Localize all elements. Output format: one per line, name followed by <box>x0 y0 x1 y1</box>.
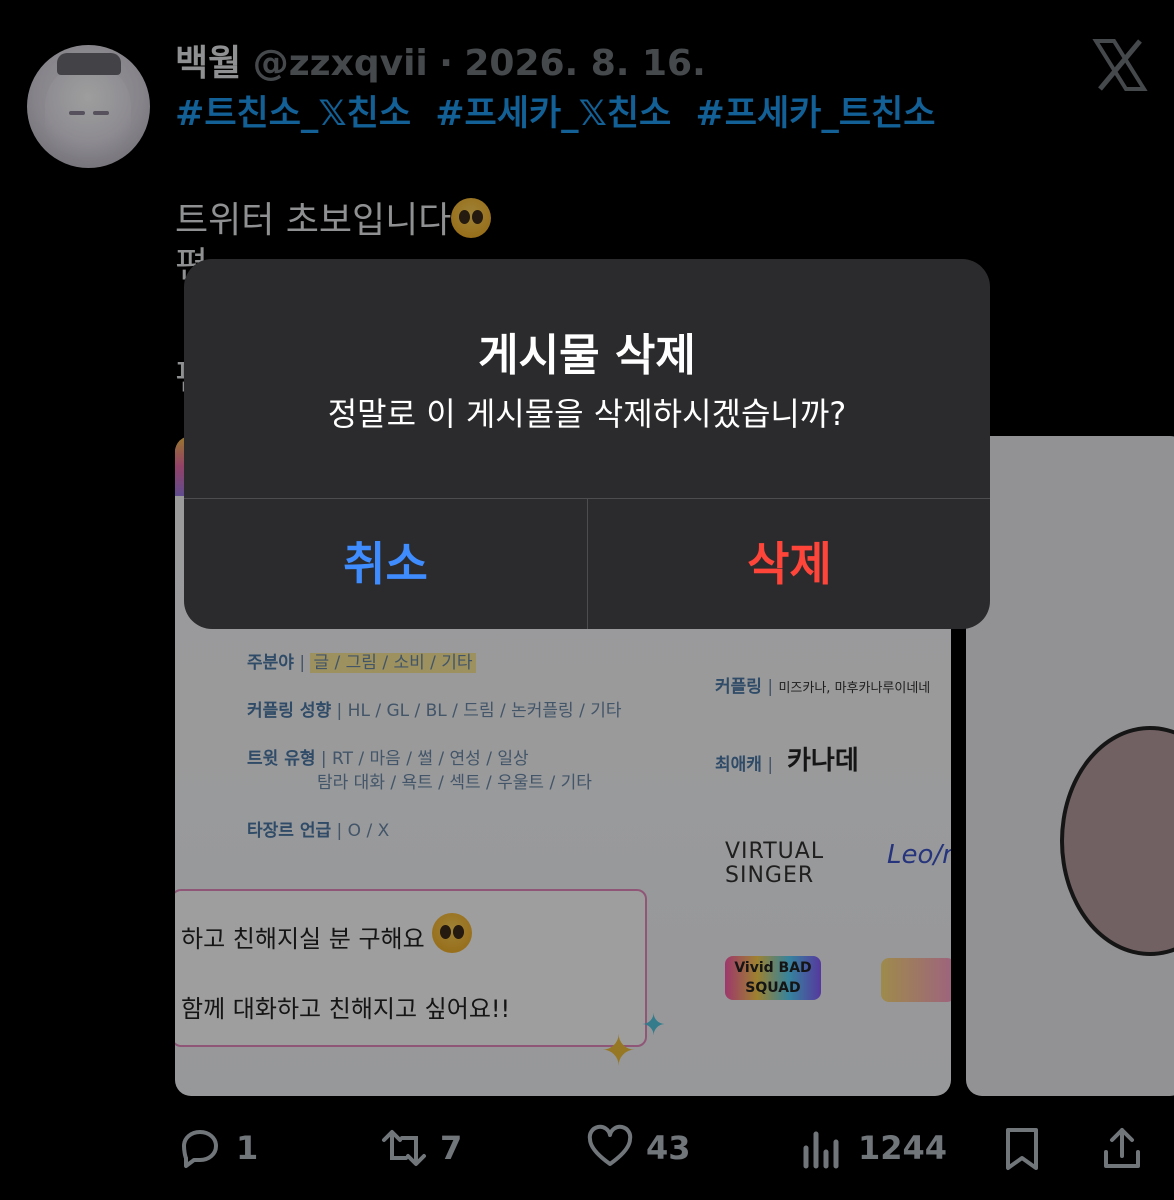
reply-button[interactable]: 1 <box>176 1120 258 1176</box>
cancel-button[interactable]: 취소 <box>184 499 587 629</box>
views-icon <box>803 1131 839 1169</box>
bookmark-button[interactable] <box>998 1120 1058 1176</box>
dialog-title: 게시물 삭제 <box>478 330 696 381</box>
view-count: 1244 <box>858 1129 948 1167</box>
share-icon <box>1104 1128 1140 1168</box>
views-button[interactable]: 1244 <box>798 1120 947 1176</box>
like-count: 43 <box>646 1129 691 1167</box>
reply-icon <box>182 1130 218 1168</box>
retweet-icon <box>382 1130 426 1166</box>
bookmark-icon <box>1006 1128 1038 1170</box>
reply-count: 1 <box>236 1129 259 1167</box>
delete-post-dialog: 게시물 삭제 정말로 이 게시물을 삭제하시겠습니까? 취소 삭제 <box>184 259 990 629</box>
dialog-message: 정말로 이 게시물을 삭제하시겠습니까? <box>327 395 847 433</box>
delete-button[interactable]: 삭제 <box>588 499 990 629</box>
like-icon <box>587 1124 633 1166</box>
retweet-count: 7 <box>440 1129 463 1167</box>
retweet-button[interactable]: 7 <box>380 1120 462 1176</box>
share-button[interactable] <box>1098 1120 1158 1176</box>
like-button[interactable]: 43 <box>586 1120 691 1176</box>
tweet-action-bar: 1 7 43 1244 <box>0 1120 1174 1176</box>
